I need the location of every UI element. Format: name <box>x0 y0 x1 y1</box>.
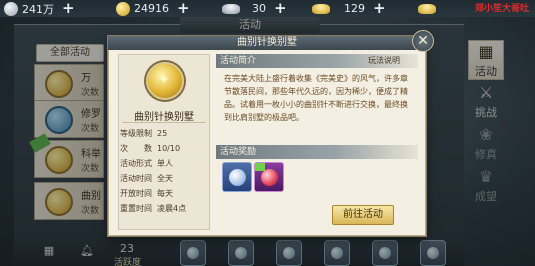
rules-link[interactable]: 玩法说明 <box>368 55 400 66</box>
gold-coin-amount: 24916 <box>134 2 169 15</box>
info-row: 活动时间 全天 <box>120 174 173 183</box>
silver-coin-group: 241万 + <box>4 1 75 16</box>
gold-bar-icon <box>418 3 436 14</box>
silver-orb-icon <box>229 169 246 186</box>
red-gem-icon <box>261 169 278 186</box>
overlay-watermark-text: 郑小笙大哥吐 <box>474 4 529 14</box>
info-row: 重置时间 凌晨4点 <box>120 204 187 213</box>
gold-coin-icon <box>116 1 130 16</box>
info-row: 开放时间 每天 <box>120 189 173 198</box>
dialog-title: 曲别针换别墅 <box>108 36 426 50</box>
add-silver-ingot-button[interactable]: + <box>274 1 287 16</box>
info-row: 次 数 10/10 <box>120 144 181 153</box>
dialog-close-icon[interactable]: ✕ <box>412 30 434 52</box>
add-silver-coin-button[interactable]: + <box>62 1 75 16</box>
gold-ingot-group: 129 + <box>312 1 386 16</box>
add-gold-coin-button[interactable]: + <box>177 1 190 16</box>
section-header-reward: 活动奖励 <box>216 145 418 159</box>
gold-ingot-amount: 129 <box>344 2 365 15</box>
add-gold-ingot-button[interactable]: + <box>373 1 386 16</box>
activity-description: 在完美大陆上盛行着收集《完美史》的风气，许多章节散落民间，那些年代久远的，因为稀… <box>224 74 408 122</box>
gold-ingot-icon <box>312 3 330 14</box>
divider <box>122 122 206 123</box>
silver-ingot-amount: 30 <box>252 2 266 15</box>
silver-coin-icon <box>4 1 18 16</box>
go-to-activity-button[interactable]: 前往活动 <box>332 205 394 225</box>
activity-name: 曲别针换别墅 <box>134 112 194 123</box>
reward-item-red-gem[interactable] <box>254 162 284 192</box>
activity-emblem-icon: ✦ <box>146 62 184 100</box>
info-row: 等级限制 25 <box>120 129 168 138</box>
silver-ingot-group: 30 + <box>222 1 287 16</box>
gold-coin-group: 24916 + <box>116 1 190 16</box>
silver-ingot-icon <box>222 3 240 14</box>
silver-coin-amount: 241万 <box>22 2 54 16</box>
info-row: 活动形式 单人 <box>120 159 173 168</box>
currency-bar: 241万 + 24916 + 30 + 129 + 郑小笙大哥吐 <box>0 0 535 17</box>
reward-item-silver-orb[interactable] <box>222 162 252 192</box>
gold-bar-group <box>418 1 436 16</box>
